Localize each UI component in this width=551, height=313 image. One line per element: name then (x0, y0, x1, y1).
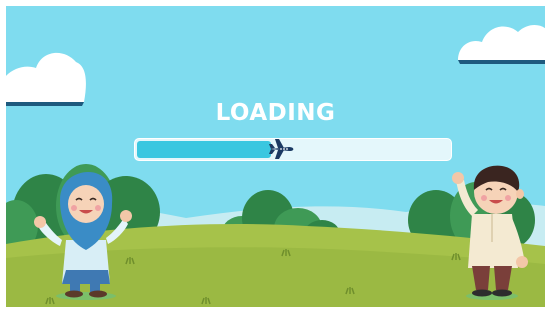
loading-screen: LOADING (6, 6, 545, 307)
loading-progress-bar (134, 138, 452, 161)
airplane-icon (269, 139, 294, 159)
loading-progress-fill (137, 141, 272, 158)
cloud-left (6, 53, 86, 106)
loading-title: LOADING (215, 100, 336, 126)
boy-character (452, 165, 528, 300)
cloud-right (458, 25, 545, 64)
girl-character (34, 172, 132, 300)
